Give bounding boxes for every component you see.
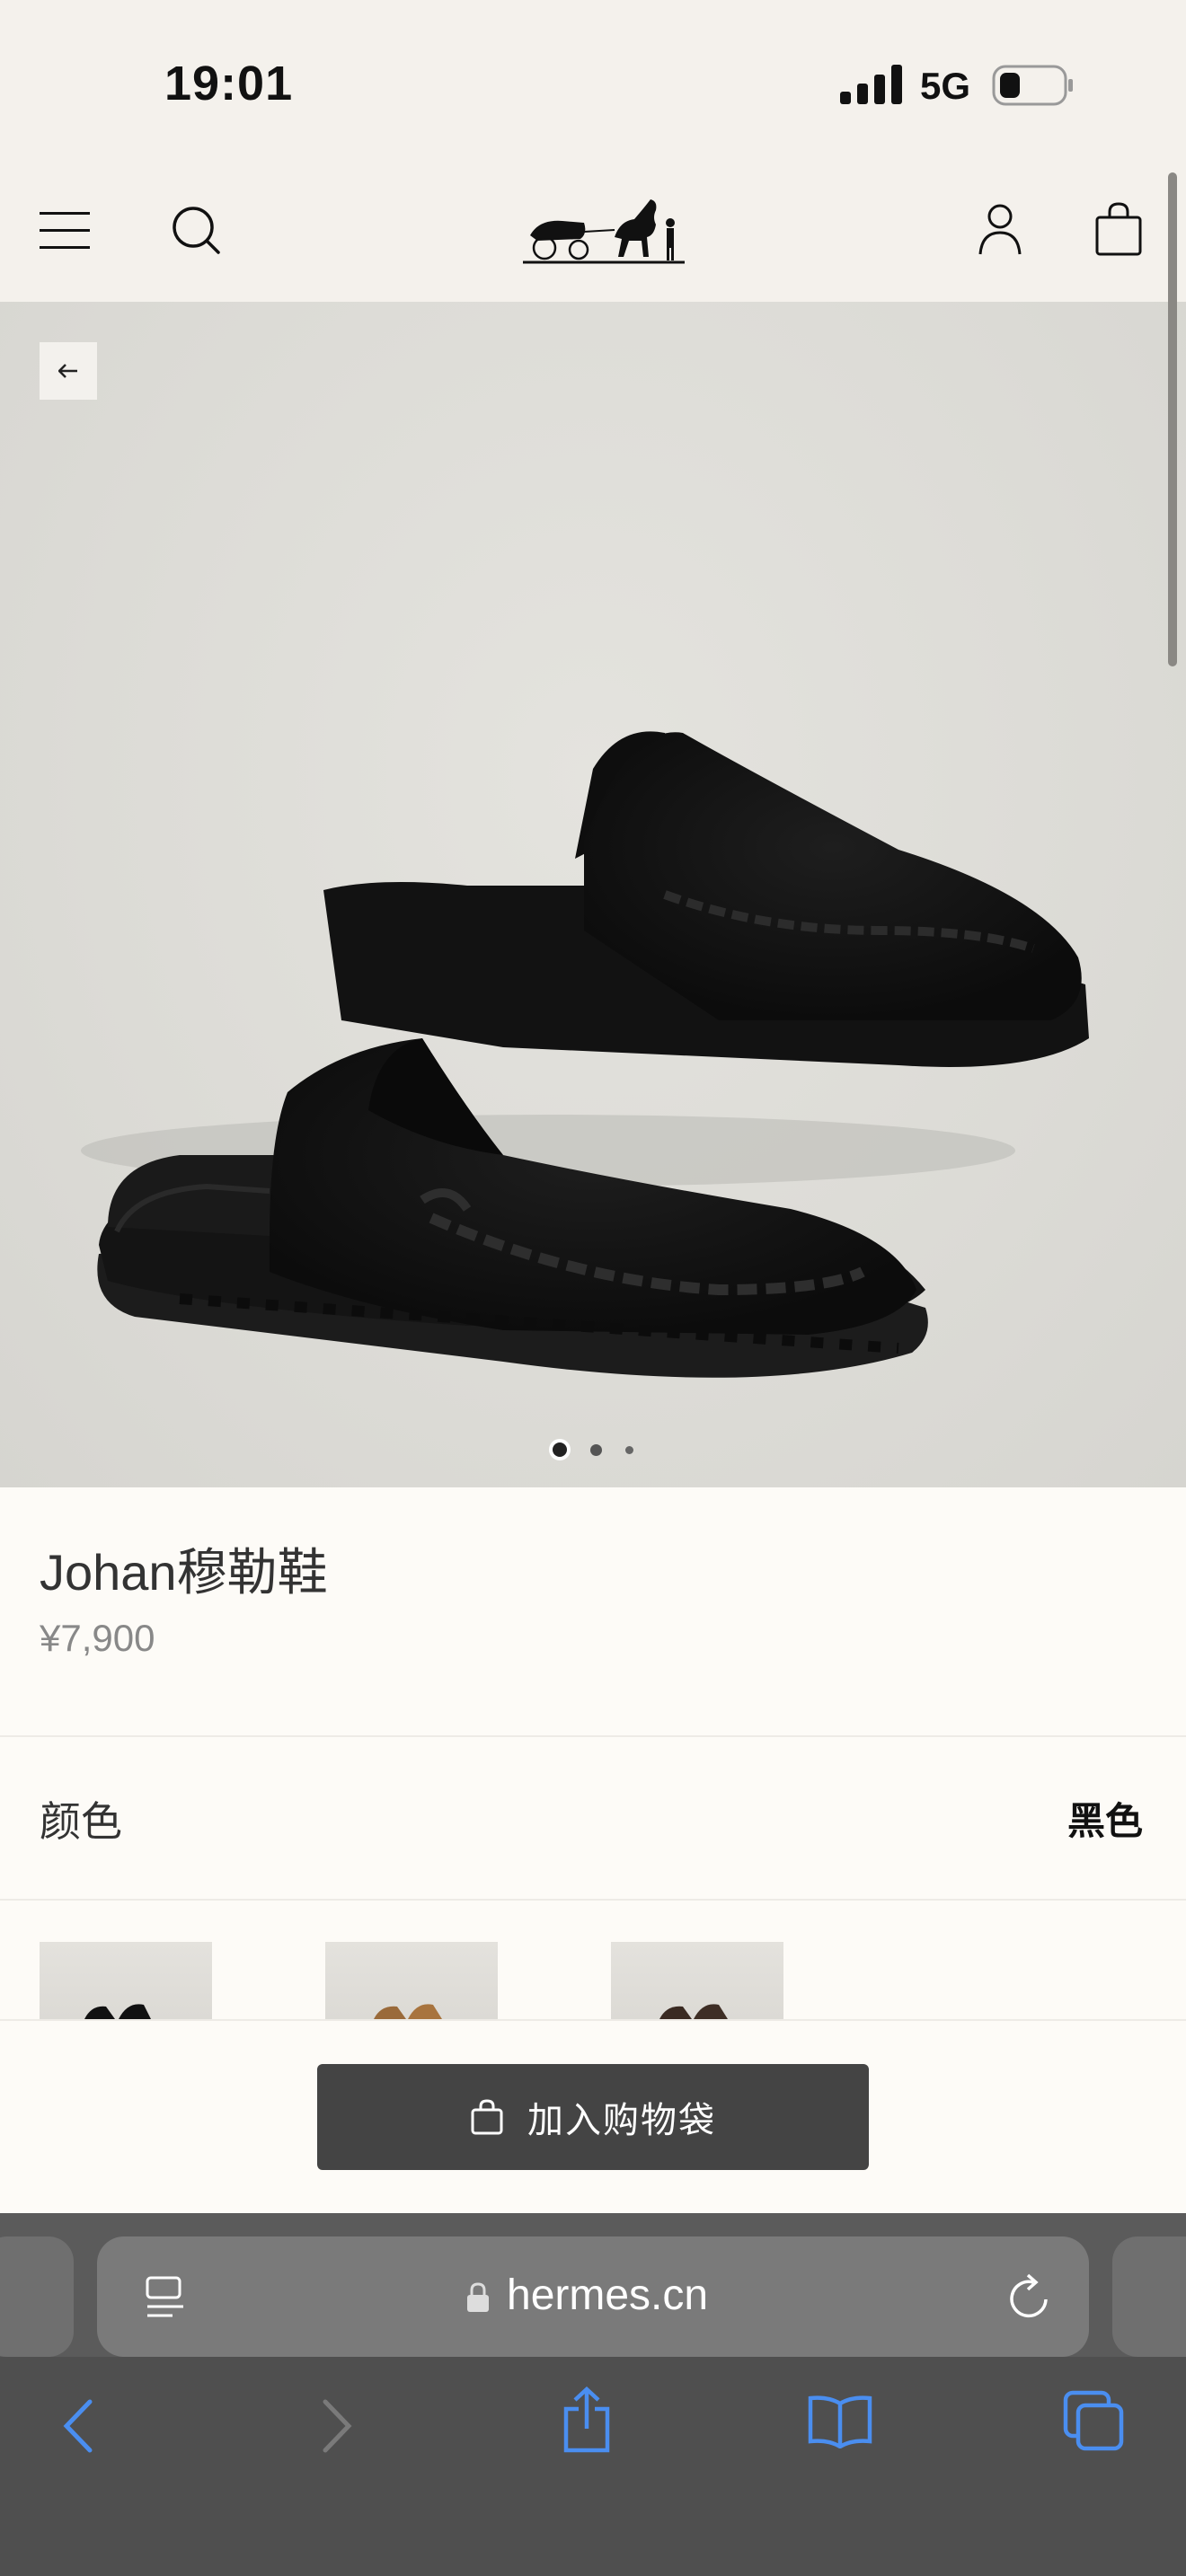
add-to-bag-label: 加入购物袋 — [527, 2101, 716, 2140]
action-bar: 加入购物袋 — [0, 2019, 1186, 2213]
page-scrollbar[interactable] — [1168, 172, 1177, 666]
network-type: 5G — [920, 65, 971, 107]
color-swatch-list — [40, 1942, 1186, 2019]
color-swatch-black[interactable] — [40, 1942, 212, 2019]
search-icon[interactable] — [171, 205, 221, 255]
gallery-dot-1[interactable] — [553, 1442, 567, 1457]
shopping-bag-icon — [471, 2099, 503, 2135]
url-text: hermes.cn — [507, 2272, 709, 2319]
address-bar[interactable]: hermes.cn — [97, 2236, 1089, 2357]
product-image-gallery[interactable] — [0, 302, 1186, 1487]
divider — [0, 1735, 1186, 1737]
color-swatch-dark-brown[interactable] — [611, 1942, 783, 2019]
hermes-carriage-logo[interactable] — [521, 194, 686, 266]
status-time: 19:01 — [164, 57, 294, 110]
selected-color: 黑色 — [1067, 1800, 1143, 1842]
shopping-bag-icon[interactable] — [1094, 201, 1143, 257]
add-to-bag-button[interactable]: 加入购物袋 — [317, 2064, 869, 2170]
page-menu-icon[interactable] — [144, 2274, 187, 2321]
status-bar: 19:01 5G — [0, 0, 1186, 162]
product-image — [81, 731, 1089, 1378]
tabs-icon[interactable] — [1062, 2389, 1125, 2452]
forward-icon[interactable] — [320, 2398, 356, 2454]
gallery-back-button[interactable] — [40, 342, 97, 400]
previous-tab-preview[interactable] — [0, 2236, 74, 2357]
gallery-dot-3[interactable] — [625, 1445, 633, 1454]
gallery-pagination — [0, 1442, 1186, 1457]
lock-icon — [467, 2282, 489, 2312]
signal-icon — [840, 65, 902, 104]
color-label: 颜色 — [40, 1798, 122, 1845]
site-header — [0, 162, 1186, 302]
reload-icon[interactable] — [1006, 2272, 1055, 2323]
account-icon[interactable] — [978, 203, 1022, 255]
share-icon[interactable] — [561, 2386, 613, 2454]
bookmarks-icon[interactable] — [807, 2395, 873, 2448]
divider — [0, 1899, 1186, 1901]
product-price: ¥7,900 — [40, 1617, 155, 1659]
back-icon[interactable] — [59, 2398, 95, 2454]
product-title: Johan穆勒鞋 — [40, 1544, 328, 1601]
color-swatch-brown[interactable] — [325, 1942, 498, 2019]
battery-icon — [992, 65, 1073, 106]
menu-icon[interactable] — [40, 208, 90, 253]
next-tab-preview[interactable] — [1112, 2236, 1186, 2357]
gallery-dot-2[interactable] — [590, 1443, 602, 1456]
arrow-left-icon — [58, 364, 77, 378]
